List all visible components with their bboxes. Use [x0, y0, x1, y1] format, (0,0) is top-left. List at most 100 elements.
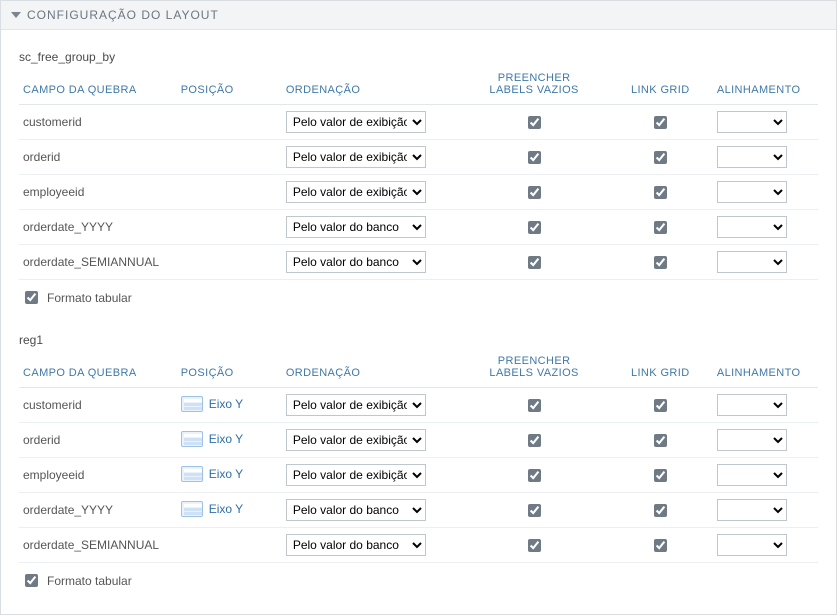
group-title: reg1: [19, 333, 818, 347]
preencher-checkbox[interactable]: [528, 186, 541, 199]
alinhamento-select[interactable]: [717, 251, 787, 273]
ordenacao-select[interactable]: Pelo valor de exibiçãoPelo valor do banc…: [286, 146, 426, 168]
formato-tabular-row: Formato tabular: [19, 280, 818, 313]
campo-cell: orderid: [19, 140, 177, 175]
linkgrid-cell: [608, 210, 713, 245]
preencher-cell: [461, 528, 608, 563]
linkgrid-checkbox[interactable]: [654, 256, 667, 269]
linkgrid-checkbox[interactable]: [654, 151, 667, 164]
alinhamento-select[interactable]: [717, 394, 787, 416]
linkgrid-checkbox[interactable]: [654, 221, 667, 234]
formato-tabular-checkbox[interactable]: [25, 291, 38, 304]
posicao-eixo-label: Eixo Y: [209, 502, 243, 516]
posicao-cell: [177, 528, 282, 563]
posicao-cell: Eixo Y: [177, 458, 282, 493]
col-header-ordenacao: ORDENAÇÃO: [282, 349, 461, 388]
linkgrid-cell: [608, 423, 713, 458]
linkgrid-cell: [608, 105, 713, 140]
alinhamento-select[interactable]: [717, 146, 787, 168]
linkgrid-checkbox[interactable]: [654, 539, 667, 552]
alinhamento-cell: [713, 423, 818, 458]
alinhamento-cell: [713, 458, 818, 493]
ordenacao-select[interactable]: Pelo valor de exibiçãoPelo valor do banc…: [286, 429, 426, 451]
grid-axis-icon: [181, 501, 203, 517]
campo-cell: orderdate_SEMIANNUAL: [19, 245, 177, 280]
col-header-campo: CAMPO DA QUEBRA: [19, 349, 177, 388]
table-row: orderdate_YYYY Pelo valor de exibiçãoPelo…: [19, 210, 818, 245]
preencher-checkbox[interactable]: [528, 434, 541, 447]
col-header-alinhamento: ALINHAMENTO: [713, 349, 818, 388]
layout-config-panel: CONFIGURAÇÃO DO LAYOUT sc_free_group_by C…: [0, 0, 837, 615]
ordenacao-cell: Pelo valor de exibiçãoPelo valor do banc…: [282, 458, 461, 493]
panel-header[interactable]: CONFIGURAÇÃO DO LAYOUT: [1, 1, 836, 30]
ordenacao-select[interactable]: Pelo valor de exibiçãoPelo valor do banc…: [286, 534, 426, 556]
preencher-checkbox[interactable]: [528, 221, 541, 234]
linkgrid-checkbox[interactable]: [654, 186, 667, 199]
ordenacao-select[interactable]: Pelo valor de exibiçãoPelo valor do banc…: [286, 216, 426, 238]
ordenacao-cell: Pelo valor de exibiçãoPelo valor do banc…: [282, 140, 461, 175]
posicao-eixo-link[interactable]: Eixo Y: [181, 431, 243, 447]
formato-tabular-label: Formato tabular: [47, 291, 132, 305]
preencher-checkbox[interactable]: [528, 116, 541, 129]
ordenacao-cell: Pelo valor de exibiçãoPelo valor do banc…: [282, 245, 461, 280]
table-row: orderid Pelo valor de exibiçãoPelo valor …: [19, 140, 818, 175]
campo-cell: employeeid: [19, 175, 177, 210]
formato-tabular-checkbox[interactable]: [25, 574, 38, 587]
posicao-cell: [177, 210, 282, 245]
linkgrid-checkbox[interactable]: [654, 116, 667, 129]
preencher-checkbox[interactable]: [528, 256, 541, 269]
preencher-cell: [461, 175, 608, 210]
ordenacao-cell: Pelo valor de exibiçãoPelo valor do banc…: [282, 528, 461, 563]
alinhamento-select[interactable]: [717, 111, 787, 133]
ordenacao-select[interactable]: Pelo valor de exibiçãoPelo valor do banc…: [286, 464, 426, 486]
posicao-eixo-link[interactable]: Eixo Y: [181, 466, 243, 482]
ordenacao-select[interactable]: Pelo valor de exibiçãoPelo valor do banc…: [286, 111, 426, 133]
alinhamento-cell: [713, 388, 818, 423]
ordenacao-select[interactable]: Pelo valor de exibiçãoPelo valor do banc…: [286, 181, 426, 203]
posicao-eixo-link[interactable]: Eixo Y: [181, 396, 243, 412]
linkgrid-checkbox[interactable]: [654, 469, 667, 482]
posicao-cell: [177, 175, 282, 210]
group-table: CAMPO DA QUEBRAPOSIÇÃOORDENAÇÃOPREENCHER…: [19, 349, 818, 563]
preencher-checkbox[interactable]: [528, 504, 541, 517]
posicao-cell: Eixo Y: [177, 493, 282, 528]
ordenacao-cell: Pelo valor de exibiçãoPelo valor do banc…: [282, 423, 461, 458]
ordenacao-select[interactable]: Pelo valor de exibiçãoPelo valor do banc…: [286, 394, 426, 416]
preencher-checkbox[interactable]: [528, 151, 541, 164]
collapse-toggle-icon[interactable]: [11, 12, 21, 18]
alinhamento-cell: [713, 105, 818, 140]
linkgrid-checkbox[interactable]: [654, 434, 667, 447]
preencher-checkbox[interactable]: [528, 399, 541, 412]
alinhamento-select[interactable]: [717, 429, 787, 451]
preencher-cell: [461, 458, 608, 493]
posicao-eixo-label: Eixo Y: [209, 432, 243, 446]
linkgrid-checkbox[interactable]: [654, 504, 667, 517]
linkgrid-cell: [608, 493, 713, 528]
col-header-preencher: PREENCHERLABELS VAZIOS: [461, 349, 608, 388]
ordenacao-select[interactable]: Pelo valor de exibiçãoPelo valor do banc…: [286, 499, 426, 521]
linkgrid-checkbox[interactable]: [654, 399, 667, 412]
alinhamento-cell: [713, 140, 818, 175]
col-header-linkgrid: LINK GRID: [608, 349, 713, 388]
preencher-checkbox[interactable]: [528, 539, 541, 552]
ordenacao-cell: Pelo valor de exibiçãoPelo valor do banc…: [282, 105, 461, 140]
col-header-campo: CAMPO DA QUEBRA: [19, 66, 177, 105]
posicao-eixo-link[interactable]: Eixo Y: [181, 501, 243, 517]
ordenacao-select[interactable]: Pelo valor de exibiçãoPelo valor do banc…: [286, 251, 426, 273]
group-table: CAMPO DA QUEBRAPOSIÇÃOORDENAÇÃOPREENCHER…: [19, 66, 818, 280]
alinhamento-select[interactable]: [717, 464, 787, 486]
alinhamento-select[interactable]: [717, 181, 787, 203]
col-header-ordenacao: ORDENAÇÃO: [282, 66, 461, 105]
preencher-checkbox[interactable]: [528, 469, 541, 482]
alinhamento-select[interactable]: [717, 499, 787, 521]
formato-tabular-label: Formato tabular: [47, 574, 132, 588]
posicao-cell: Eixo Y: [177, 388, 282, 423]
campo-cell: orderdate_YYYY: [19, 210, 177, 245]
group-title: sc_free_group_by: [19, 50, 818, 64]
alinhamento-select[interactable]: [717, 534, 787, 556]
alinhamento-cell: [713, 210, 818, 245]
alinhamento-select[interactable]: [717, 216, 787, 238]
alinhamento-cell: [713, 245, 818, 280]
alinhamento-cell: [713, 175, 818, 210]
col-header-preencher: PREENCHERLABELS VAZIOS: [461, 66, 608, 105]
